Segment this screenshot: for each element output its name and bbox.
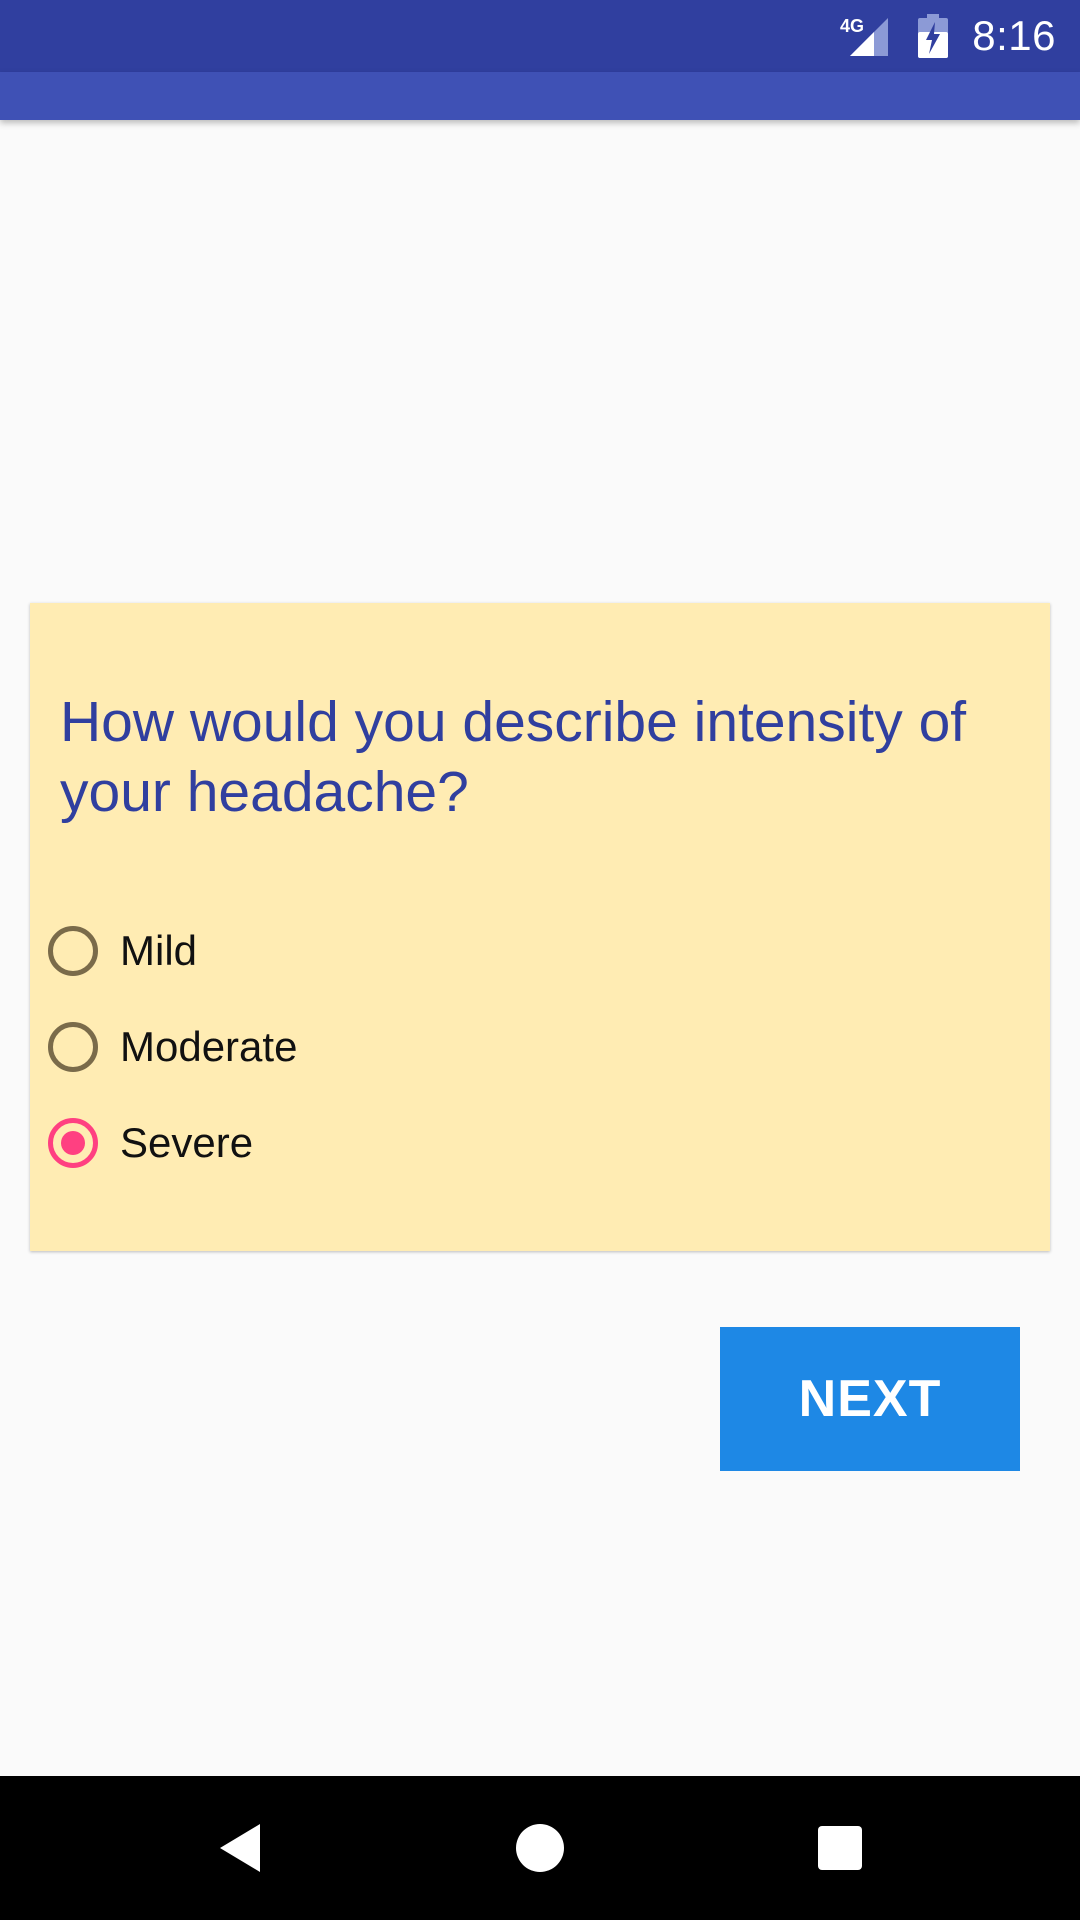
navigation-bar	[0, 1776, 1080, 1920]
signal-icon: 4G	[840, 12, 896, 60]
option-group: Mild Moderate Severe	[48, 903, 297, 1191]
status-bar: 4G 8:16	[0, 0, 1080, 72]
radio-button-mild[interactable]	[48, 926, 98, 976]
question-card: How would you describe intensity of your…	[30, 603, 1050, 1251]
battery-charging-icon	[918, 14, 949, 58]
network-type-label: 4G	[840, 16, 864, 36]
option-severe[interactable]: Severe	[48, 1095, 297, 1191]
option-mild[interactable]: Mild	[48, 903, 297, 999]
option-label-mild: Mild	[120, 927, 198, 974]
home-icon[interactable]	[460, 1776, 620, 1920]
clock: 8:16	[972, 12, 1056, 59]
radio-button-severe[interactable]	[48, 1118, 98, 1168]
back-icon[interactable]	[160, 1776, 320, 1920]
option-label-moderate: Moderate	[120, 1023, 298, 1070]
status-icons: 4G 8:16	[840, 0, 1056, 72]
next-button[interactable]: NEXT	[720, 1327, 1020, 1471]
recent-apps-icon[interactable]	[760, 1776, 920, 1920]
option-moderate[interactable]: Moderate	[48, 999, 297, 1095]
option-label-severe: Severe	[120, 1119, 254, 1166]
radio-button-moderate[interactable]	[48, 1022, 98, 1072]
question-text: How would you describe intensity of your…	[60, 690, 967, 824]
app-bar	[0, 72, 1080, 120]
